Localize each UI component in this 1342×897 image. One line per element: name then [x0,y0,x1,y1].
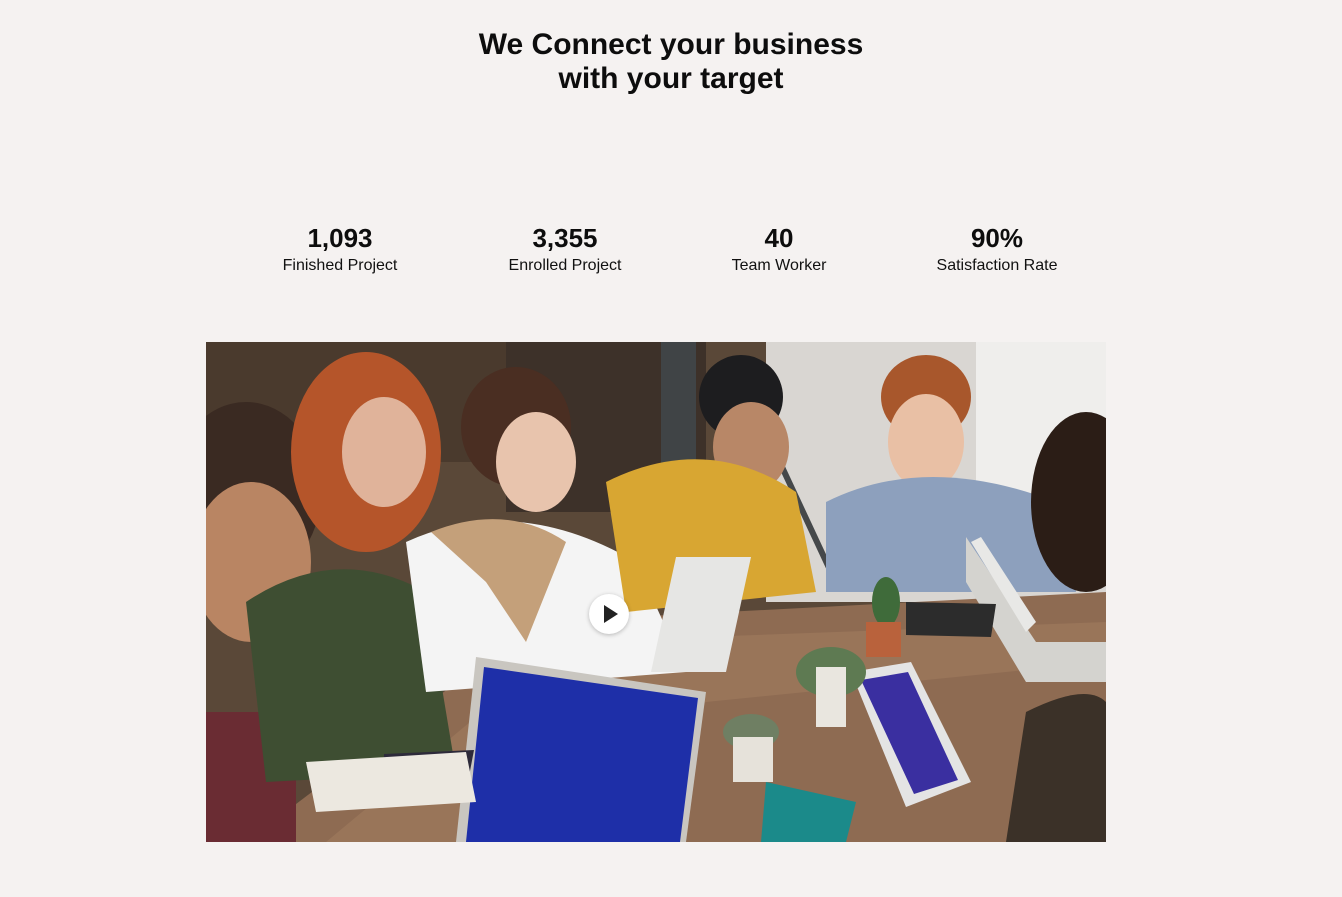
stat-satisfaction-rate: 90% Satisfaction Rate [897,222,1097,276]
stat-value: 1,093 [307,223,373,253]
headline-line-1: We Connect your business [478,28,864,61]
stat-enrolled-project: 3,355 Enrolled Project [465,222,665,276]
stat-label: Enrolled Project [508,257,622,274]
play-button[interactable] [589,594,629,634]
stat-team-worker: 40 Team Worker [679,222,879,276]
section-headline: We Connect your business with your targe… [0,28,1342,96]
stat-label: Satisfaction Rate [936,257,1058,274]
stat-value: 90% [970,223,1024,253]
team-meeting-photo [206,342,1106,842]
stat-label: Team Worker [731,257,827,274]
stat-value: 40 [764,223,794,253]
page: We Connect your business with your targe… [0,0,1342,897]
headline-line-2: with your target [558,62,784,95]
stat-finished-project: 1,093 Finished Project [240,222,440,276]
video-thumbnail[interactable] [206,342,1106,842]
stat-label: Finished Project [282,257,398,274]
stats-row: 1,093 Finished Project 3,355 Enrolled Pr… [0,222,1342,292]
play-icon [604,605,618,623]
stat-value: 3,355 [532,223,598,253]
